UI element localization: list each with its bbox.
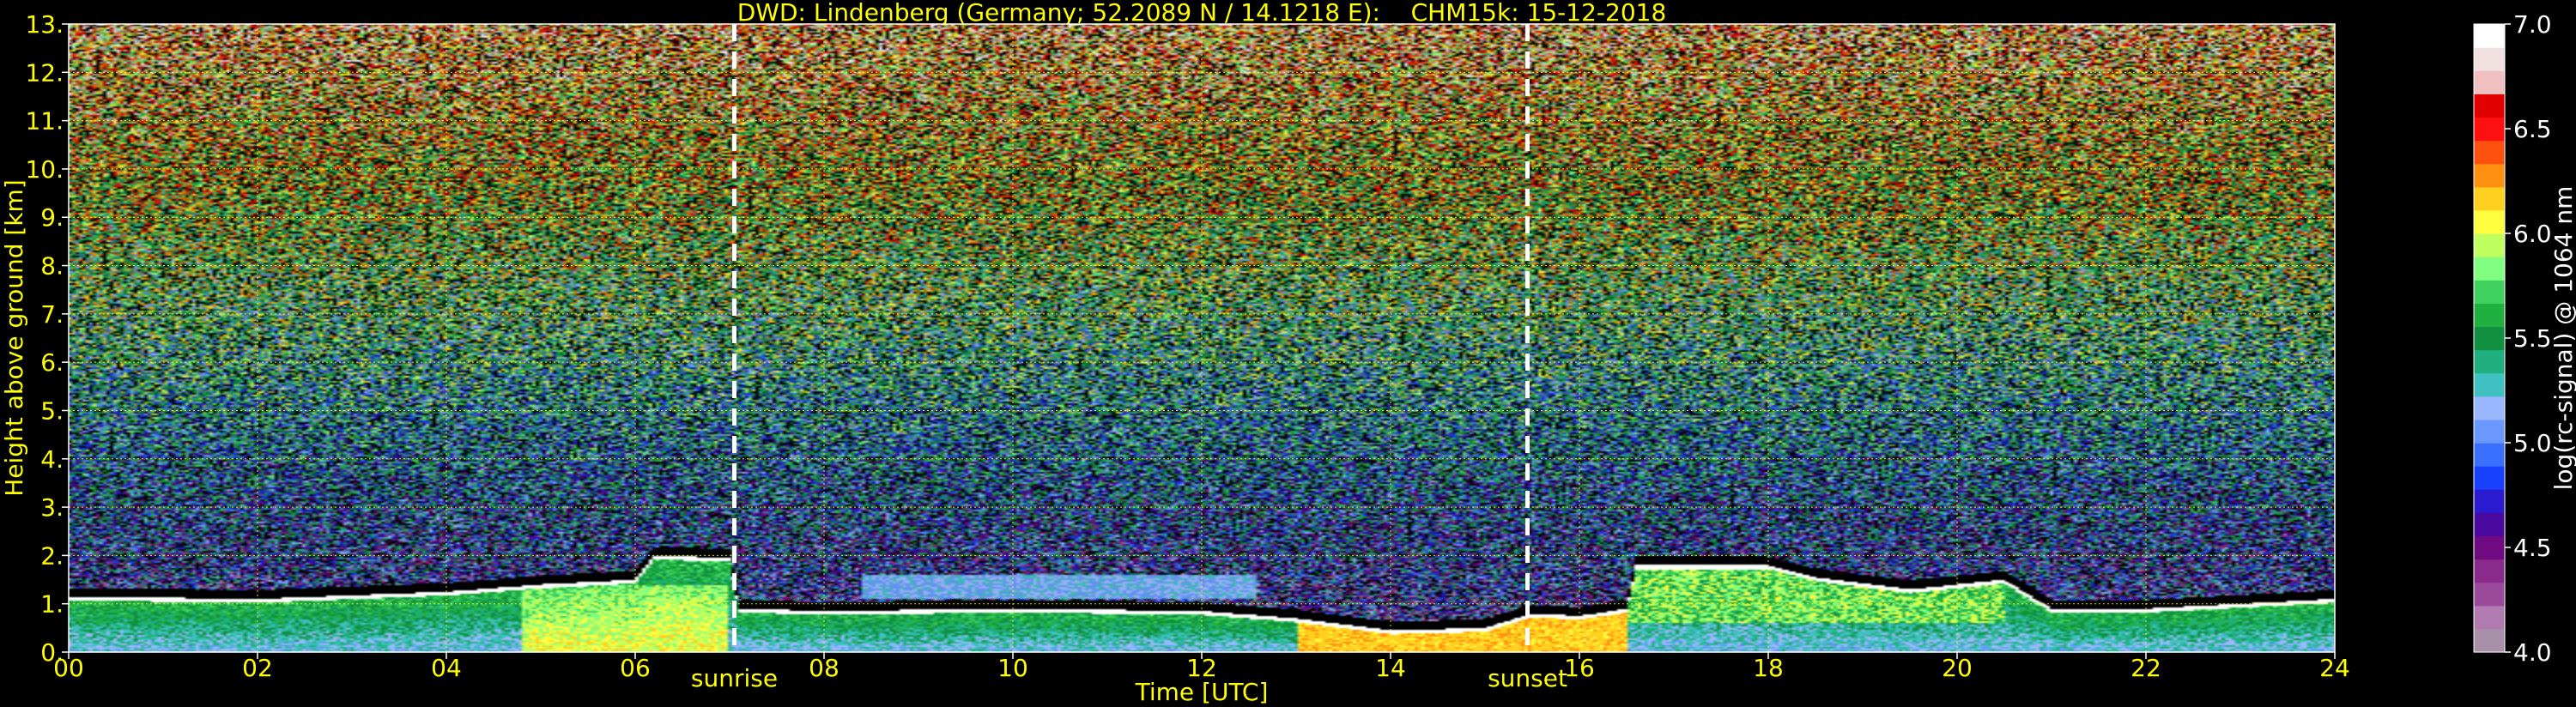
x-tick-label: 24	[2319, 654, 2350, 682]
colorbar-tick-label: 6.5	[2513, 115, 2552, 143]
y-tick-label: 3.	[40, 493, 64, 522]
colorbar-cell	[2474, 582, 2505, 607]
x-tick-label: 14	[1375, 654, 1406, 682]
y-tick-label: 1.	[40, 590, 64, 619]
x-axis-label: Time [UTC]	[1135, 678, 1269, 706]
colorbar-tick-label: 5.0	[2513, 429, 2552, 457]
colorbar-cell	[2474, 24, 2505, 48]
plot-area	[68, 23, 2336, 653]
y-tick-label: 0.	[40, 638, 64, 667]
colorbar-cells	[2474, 24, 2505, 653]
colorbar-cell	[2474, 303, 2505, 328]
y-axis-label: Height above ground [km]	[0, 179, 28, 497]
colorbar-cell	[2474, 280, 2505, 304]
colorbar-cell	[2474, 326, 2505, 351]
x-tick-label: 16	[1564, 654, 1595, 682]
colorbar-cell	[2474, 605, 2505, 630]
colorbar-cell	[2474, 47, 2505, 71]
colorbar-cell	[2474, 70, 2505, 94]
ceilometer-figure: DWD: Lindenberg (Germany; 52.2089 N / 14…	[0, 0, 2576, 707]
y-tick-label: 13.	[25, 10, 64, 39]
x-tick-label: 18	[1753, 654, 1784, 682]
colorbar-cell	[2474, 628, 2505, 653]
event-label: sunrise	[691, 664, 778, 692]
colorbar-label: log(rc-signal) @ 1064 nm	[2549, 186, 2576, 491]
colorbar-cell	[2474, 559, 2505, 583]
colorbar-cell	[2474, 443, 2505, 467]
colorbar-cell	[2474, 489, 2505, 513]
y-tick-label: 11.	[25, 107, 64, 136]
colorbar-tick-label: 4.0	[2513, 638, 2552, 667]
x-tick-label: 04	[431, 654, 462, 682]
x-tick-label: 22	[2131, 654, 2161, 682]
colorbar-cell	[2474, 257, 2505, 281]
chart-title: DWD: Lindenberg (Germany; 52.2089 N / 14…	[737, 0, 1667, 27]
y-tick-label: 4.	[40, 445, 64, 474]
y-tick-label: 6.	[40, 348, 64, 377]
y-tick-label: 7.	[40, 300, 64, 329]
colorbar-tick-label: 4.5	[2513, 534, 2552, 562]
y-tick-label: 8.	[40, 252, 64, 281]
colorbar-cell	[2474, 163, 2505, 188]
colorbar-cell	[2474, 396, 2505, 420]
colorbar-cell	[2474, 233, 2505, 257]
colorbar-tick-label: 6.0	[2513, 220, 2552, 248]
colorbar-cell	[2474, 419, 2505, 444]
y-tick-label: 5.	[40, 396, 64, 425]
event-label: sunset	[1488, 664, 1567, 692]
x-tick-label: 02	[242, 654, 273, 682]
colorbar-cell	[2474, 535, 2505, 560]
y-tick-label: 12.	[25, 58, 64, 87]
x-tick-label: 20	[1942, 654, 1973, 682]
colorbar-cell	[2474, 140, 2505, 165]
colorbar-cell	[2474, 117, 2505, 142]
colorbar-cell	[2474, 349, 2505, 374]
colorbar-tick-label: 7.0	[2513, 10, 2552, 39]
y-tick-label: 2.	[40, 541, 64, 570]
x-tick-label: 06	[620, 654, 651, 682]
colorbar-cell	[2474, 512, 2505, 537]
x-tick-label: 10	[997, 654, 1028, 682]
colorbar-cell	[2474, 372, 2505, 397]
colorbar-tick-label: 5.5	[2513, 324, 2552, 353]
colorbar-cell	[2474, 94, 2505, 118]
colorbar-cell	[2474, 209, 2505, 234]
y-tick-label: 9.	[40, 203, 64, 232]
x-tick-label: 08	[809, 654, 839, 682]
colorbar-cell	[2474, 186, 2505, 211]
y-tick-label: 10.	[25, 155, 64, 184]
colorbar-cell	[2474, 466, 2505, 490]
